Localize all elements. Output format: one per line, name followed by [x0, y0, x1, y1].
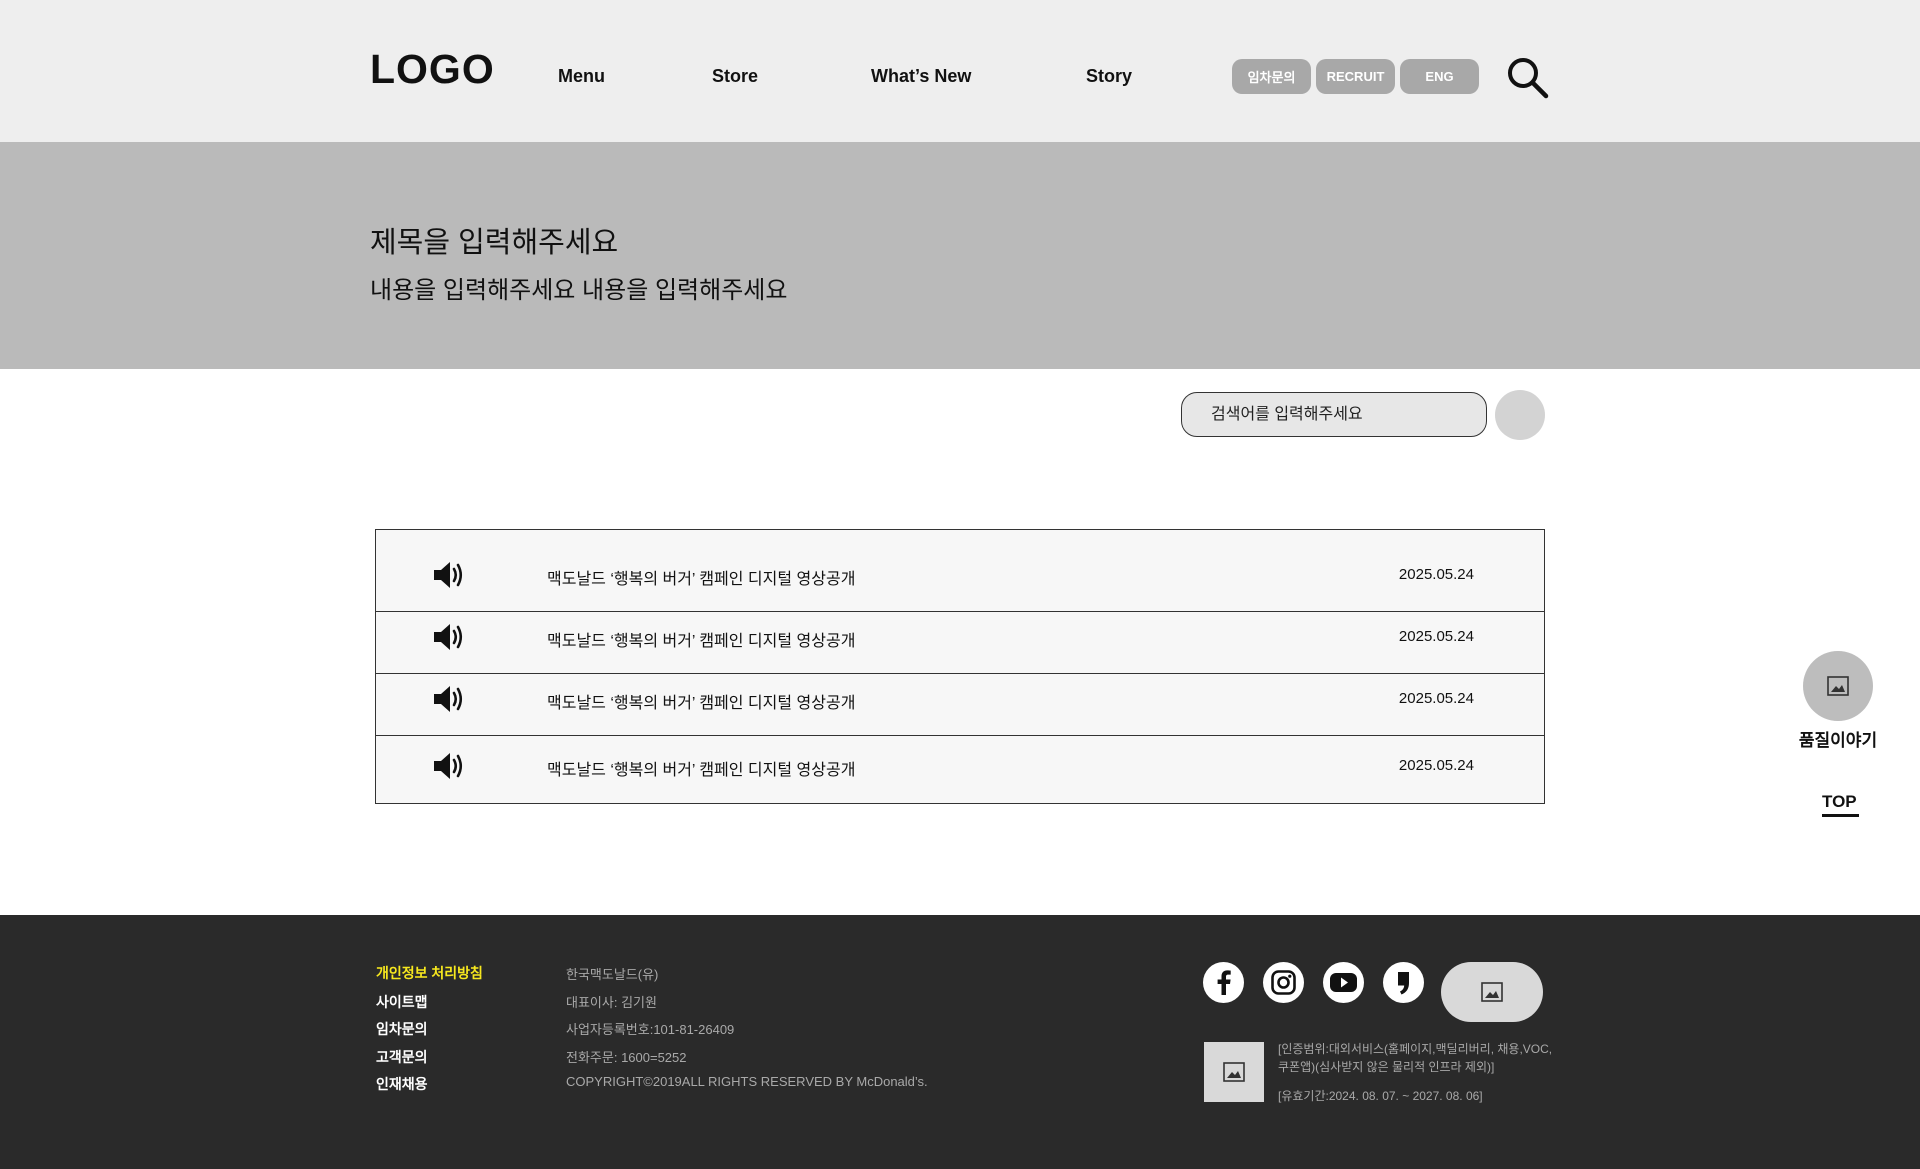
footer-link-sitemap[interactable]: 사이트맵 [376, 992, 428, 1012]
notice-date: 2025.05.24 [1398, 628, 1474, 645]
nav-story[interactable]: Story [1086, 66, 1132, 87]
search-input[interactable] [1182, 393, 1486, 436]
site-footer [0, 915, 1920, 1169]
cert-scope-line1: [인증범위:대외서비스(홈페이지,맥딜리버리, 채용,VOC, [1278, 1042, 1553, 1056]
blog-icon[interactable] [1383, 962, 1424, 1003]
nav-menu[interactable]: Menu [558, 66, 605, 87]
search-box [1181, 392, 1487, 437]
rental-inquiry-button[interactable]: 임차문의 [1232, 59, 1311, 94]
image-icon [1827, 676, 1849, 696]
top-button[interactable]: TOP [1822, 792, 1857, 812]
notice-title: 맥도날드 ‘행복의 버거’ 캠페인 디지털 영상공개 [547, 633, 856, 650]
top-underline [1822, 814, 1859, 817]
facebook-icon[interactable] [1203, 962, 1244, 1003]
cert-validity: [유효기간:2024. 08. 07. ~ 2027. 08. 06] [1278, 1089, 1483, 1103]
eng-button[interactable]: ENG [1400, 59, 1479, 94]
certification-mark [1204, 1042, 1264, 1102]
list-item[interactable]: 맥도날드 ‘행복의 버거’ 캠페인 디지털 영상공개 2025.05.24 [376, 612, 1544, 674]
recruit-button[interactable]: RECRUIT [1316, 59, 1395, 94]
hero-banner: 제목을 입력해주세요 내용을 입력해주세요 내용을 입력해주세요 [0, 142, 1920, 369]
site-header: LOGO Menu Store What’s New Story 임차문의 RE… [0, 0, 1920, 142]
app-banner-button[interactable] [1441, 962, 1543, 1022]
footer-link-privacy[interactable]: 개인정보 처리방침 [376, 963, 483, 983]
ceo-info: 대표이사: 김기원 [566, 995, 657, 1010]
image-icon [1223, 1062, 1245, 1082]
image-icon [1481, 982, 1503, 1002]
banner-description: 내용을 입력해주세요 내용을 입력해주세요 [370, 277, 788, 304]
list-item[interactable]: 맥도날드 ‘행복의 버거’ 캠페인 디지털 영상공개 2025.05.24 [376, 530, 1544, 612]
business-number: 사업자등록번호:101-81-26409 [566, 1022, 735, 1037]
phone-order: 전화주문: 1600=5252 [566, 1050, 687, 1065]
notice-title: 맥도날드 ‘행복의 버거’ 캠페인 디지털 영상공개 [547, 695, 856, 712]
footer-link-rental[interactable]: 임차문의 [376, 1019, 428, 1039]
company-name: 한국맥도날드(유) [566, 967, 659, 982]
banner-title: 제목을 입력해주세요 [370, 227, 619, 259]
cert-scope-line2: 쿠폰앱)(심사받지 않은 물리적 인프라 제외)] [1278, 1060, 1495, 1074]
search-button[interactable] [1495, 390, 1545, 440]
notice-date: 2025.05.24 [1398, 757, 1474, 774]
speaker-icon [434, 686, 463, 712]
logo[interactable]: LOGO [370, 46, 495, 93]
speaker-icon [434, 562, 463, 588]
youtube-icon[interactable] [1323, 962, 1364, 1003]
speaker-icon [434, 624, 463, 650]
footer-link-careers[interactable]: 인재채용 [376, 1074, 428, 1094]
notice-list: 맥도날드 ‘행복의 버거’ 캠페인 디지털 영상공개 2025.05.24 맥도… [375, 529, 1545, 804]
instagram-icon[interactable] [1263, 962, 1304, 1003]
nav-store[interactable]: Store [712, 66, 758, 87]
list-item[interactable]: 맥도날드 ‘행복의 버거’ 캠페인 디지털 영상공개 2025.05.24 [376, 674, 1544, 736]
quality-story-button[interactable] [1803, 651, 1873, 721]
notice-title: 맥도날드 ‘행복의 버거’ 캠페인 디지털 영상공개 [547, 762, 856, 779]
notice-date: 2025.05.24 [1398, 690, 1474, 707]
notice-date: 2025.05.24 [1398, 566, 1474, 583]
notice-title: 맥도날드 ‘행복의 버거’ 캠페인 디지털 영상공개 [547, 571, 856, 588]
list-item[interactable]: 맥도날드 ‘행복의 버거’ 캠페인 디지털 영상공개 2025.05.24 [376, 736, 1544, 803]
speaker-icon [434, 753, 463, 779]
quality-story-label: 품질이야기 [1798, 731, 1878, 750]
nav-whats-new[interactable]: What’s New [871, 66, 971, 87]
search-icon[interactable] [1506, 56, 1550, 100]
copyright: COPYRIGHT©2019ALL RIGHTS RESERVED BY McD… [566, 1074, 928, 1089]
footer-link-customer[interactable]: 고객문의 [376, 1047, 428, 1067]
